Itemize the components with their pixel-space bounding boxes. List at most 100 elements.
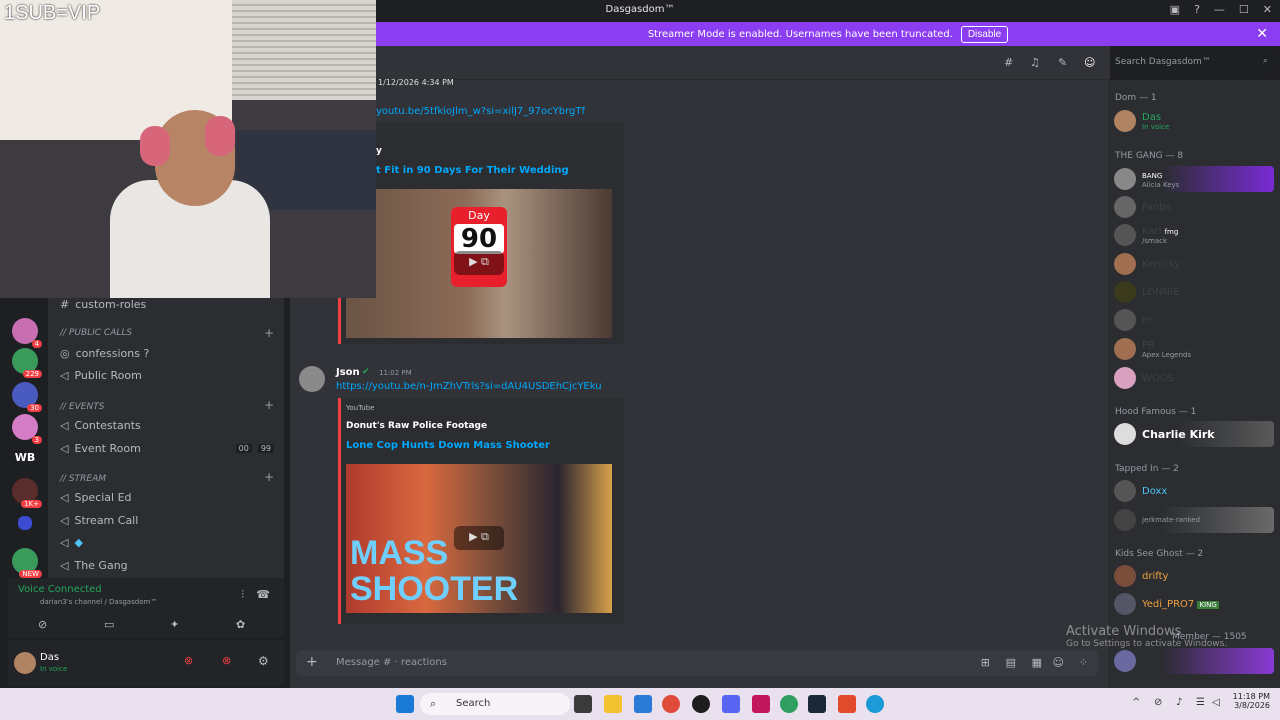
- add-channel-icon[interactable]: +: [264, 326, 274, 340]
- chrome-icon[interactable]: [662, 695, 680, 713]
- volume-icon[interactable]: ◁: [1212, 697, 1220, 708]
- avatar: [1114, 110, 1136, 132]
- member-item[interactable]: Karl fmg/smack: [1114, 222, 1274, 248]
- member-item[interactable]: BANG Alicia Keys: [1114, 166, 1274, 192]
- clock[interactable]: 11:18 PM 3/8/2026: [1232, 692, 1270, 710]
- member-item[interactable]: LONNIE: [1114, 279, 1274, 305]
- video-thumbnail-2[interactable]: MASS SHOOTER ▶ ⧉: [346, 464, 612, 613]
- close-window-button[interactable]: ✕: [1263, 3, 1272, 16]
- channel-special-ed[interactable]: ◁ Special Ed: [60, 487, 132, 507]
- member-item[interactable]: Das In voice: [1114, 108, 1274, 134]
- pin-icon[interactable]: ✎: [1058, 56, 1067, 69]
- server-icon-wb[interactable]: WB: [12, 444, 38, 470]
- gift-icon[interactable]: ⊞: [981, 656, 990, 669]
- mic-icon[interactable]: ♪: [1176, 697, 1182, 708]
- message-author[interactable]: Json: [336, 367, 360, 378]
- app-icon[interactable]: [692, 695, 710, 713]
- settings-gear-icon[interactable]: ⚙: [258, 654, 269, 668]
- role-tag: KING: [1197, 600, 1219, 609]
- store-icon[interactable]: [634, 695, 652, 713]
- notifications-icon[interactable]: ♫: [1030, 56, 1040, 69]
- activities-icon[interactable]: ✦: [170, 618, 179, 631]
- apps-icon[interactable]: ⁘: [1079, 656, 1088, 669]
- server-icon[interactable]: 3: [12, 414, 42, 444]
- member-item[interactable]: PR Apex Legends: [1114, 336, 1274, 362]
- app-icon[interactable]: [752, 695, 770, 713]
- discord-icon[interactable]: [722, 695, 740, 713]
- member-list-icon[interactable]: ☺: [1084, 56, 1095, 69]
- channel-stream-call[interactable]: ◁ Stream Call: [60, 510, 138, 530]
- server-icon[interactable]: 229: [12, 348, 42, 378]
- member-item[interactable]: Fanbs: [1114, 194, 1274, 220]
- channel-event-room[interactable]: ◁ Event Room 00 99: [60, 438, 274, 458]
- close-banner-icon[interactable]: ✕: [1256, 26, 1268, 42]
- network-icon[interactable]: ⊘: [1154, 697, 1162, 708]
- channel-contestants[interactable]: ◁ Contestants: [60, 415, 141, 435]
- taskbar-search[interactable]: ⌕ Search: [420, 693, 570, 715]
- add-attachment-icon[interactable]: +: [306, 654, 318, 670]
- server-icon[interactable]: 30: [12, 382, 42, 412]
- wifi-icon[interactable]: ☰: [1196, 697, 1205, 708]
- channel-the-gang[interactable]: ◁ The Gang: [60, 555, 128, 575]
- message-link[interactable]: https://youtu.be/n-JmZhVTrls?si=dAU4USDE…: [336, 381, 602, 392]
- deafen-icon[interactable]: ⊗: [222, 654, 231, 667]
- camera-off-icon[interactable]: ⊘: [38, 618, 47, 631]
- maximize-button[interactable]: ☐: [1239, 3, 1249, 16]
- avatar[interactable]: [299, 366, 325, 392]
- member-item[interactable]: [1114, 648, 1274, 674]
- user-avatar[interactable]: [14, 652, 36, 674]
- add-channel-icon[interactable]: +: [264, 470, 274, 484]
- message-input[interactable]: + Message # · reactions ⊞ ▤ ▦ ☺ ⁘: [296, 650, 1098, 676]
- inbox-icon[interactable]: ▣: [1170, 3, 1180, 16]
- member-item[interactable]: Charlie Kirk: [1114, 421, 1274, 447]
- member-item[interactable]: Doxx: [1114, 478, 1274, 504]
- disable-streamer-mode-button[interactable]: Disable: [960, 25, 1009, 43]
- member-item[interactable]: m: [1114, 307, 1274, 333]
- gif-icon[interactable]: ▤: [1006, 656, 1016, 669]
- member-item[interactable]: drifty: [1114, 563, 1274, 589]
- noise-suppression-icon[interactable]: ⫶: [241, 588, 244, 602]
- screen-share-icon[interactable]: ▭: [104, 618, 114, 631]
- embed-title[interactable]: t Fit in 90 Days For Their Wedding: [376, 165, 569, 176]
- server-icon[interactable]: 1K+: [12, 478, 42, 508]
- channel-confessions[interactable]: ◎ confessions ?: [60, 343, 149, 363]
- minimize-button[interactable]: —: [1214, 3, 1225, 16]
- task-view-icon[interactable]: [574, 695, 592, 713]
- category-stream[interactable]: // STREAM: [60, 474, 106, 484]
- message-link[interactable]: youtu.be/5tfkioJlm_w?si=xilJ7_97ocYbrgTf: [376, 106, 585, 117]
- threads-icon[interactable]: #: [1004, 56, 1013, 69]
- add-channel-icon[interactable]: +: [264, 398, 274, 412]
- tray-chevron-icon[interactable]: ^: [1132, 697, 1140, 708]
- channel-public-room[interactable]: ◁ Public Room: [60, 365, 142, 385]
- help-icon[interactable]: ?: [1194, 3, 1200, 16]
- category-events[interactable]: // Events: [60, 402, 104, 412]
- video-thumbnail-1[interactable]: Day 90 ▶ ⧉: [346, 189, 612, 338]
- search-input[interactable]: Search Dasgasdom™ ⌕: [1110, 52, 1274, 74]
- steam-icon[interactable]: [808, 695, 826, 713]
- start-icon[interactable]: [396, 695, 414, 713]
- channel-diamond[interactable]: ◁ ◆: [60, 532, 83, 552]
- server-icon[interactable]: NEW: [12, 548, 42, 578]
- avatar: [1114, 509, 1136, 531]
- play-icon[interactable]: ▶ ⧉: [454, 526, 504, 550]
- sticker-icon[interactable]: ▦: [1032, 656, 1042, 669]
- member-item[interactable]: jerkmate-ranked: [1114, 507, 1274, 533]
- app-icon[interactable]: [838, 695, 856, 713]
- category-public-calls[interactable]: // PUBLIC CALLS: [60, 328, 132, 338]
- disconnect-icon[interactable]: ☎: [256, 588, 270, 601]
- folder-icon[interactable]: [18, 516, 32, 530]
- avatar: [1114, 281, 1136, 303]
- play-icon[interactable]: ▶ ⧉: [454, 251, 504, 275]
- member-item[interactable]: WOOS: [1114, 365, 1274, 391]
- file-explorer-icon[interactable]: [604, 695, 622, 713]
- member-item[interactable]: Yedi_PRO7 KING: [1114, 591, 1274, 617]
- edge-icon[interactable]: [866, 695, 884, 713]
- member-item[interactable]: Kenicky: [1114, 251, 1274, 277]
- soundboard-icon[interactable]: ✿: [236, 618, 245, 631]
- server-icon[interactable]: 4: [12, 318, 42, 348]
- voice-channel[interactable]: darian3's channel / Dasgasdom™: [40, 598, 157, 606]
- emoji-icon[interactable]: ☺: [1053, 656, 1064, 669]
- browser-icon[interactable]: [780, 695, 798, 713]
- mute-icon[interactable]: ⊗: [184, 654, 193, 667]
- embed-title[interactable]: Lone Cop Hunts Down Mass Shooter: [346, 440, 550, 451]
